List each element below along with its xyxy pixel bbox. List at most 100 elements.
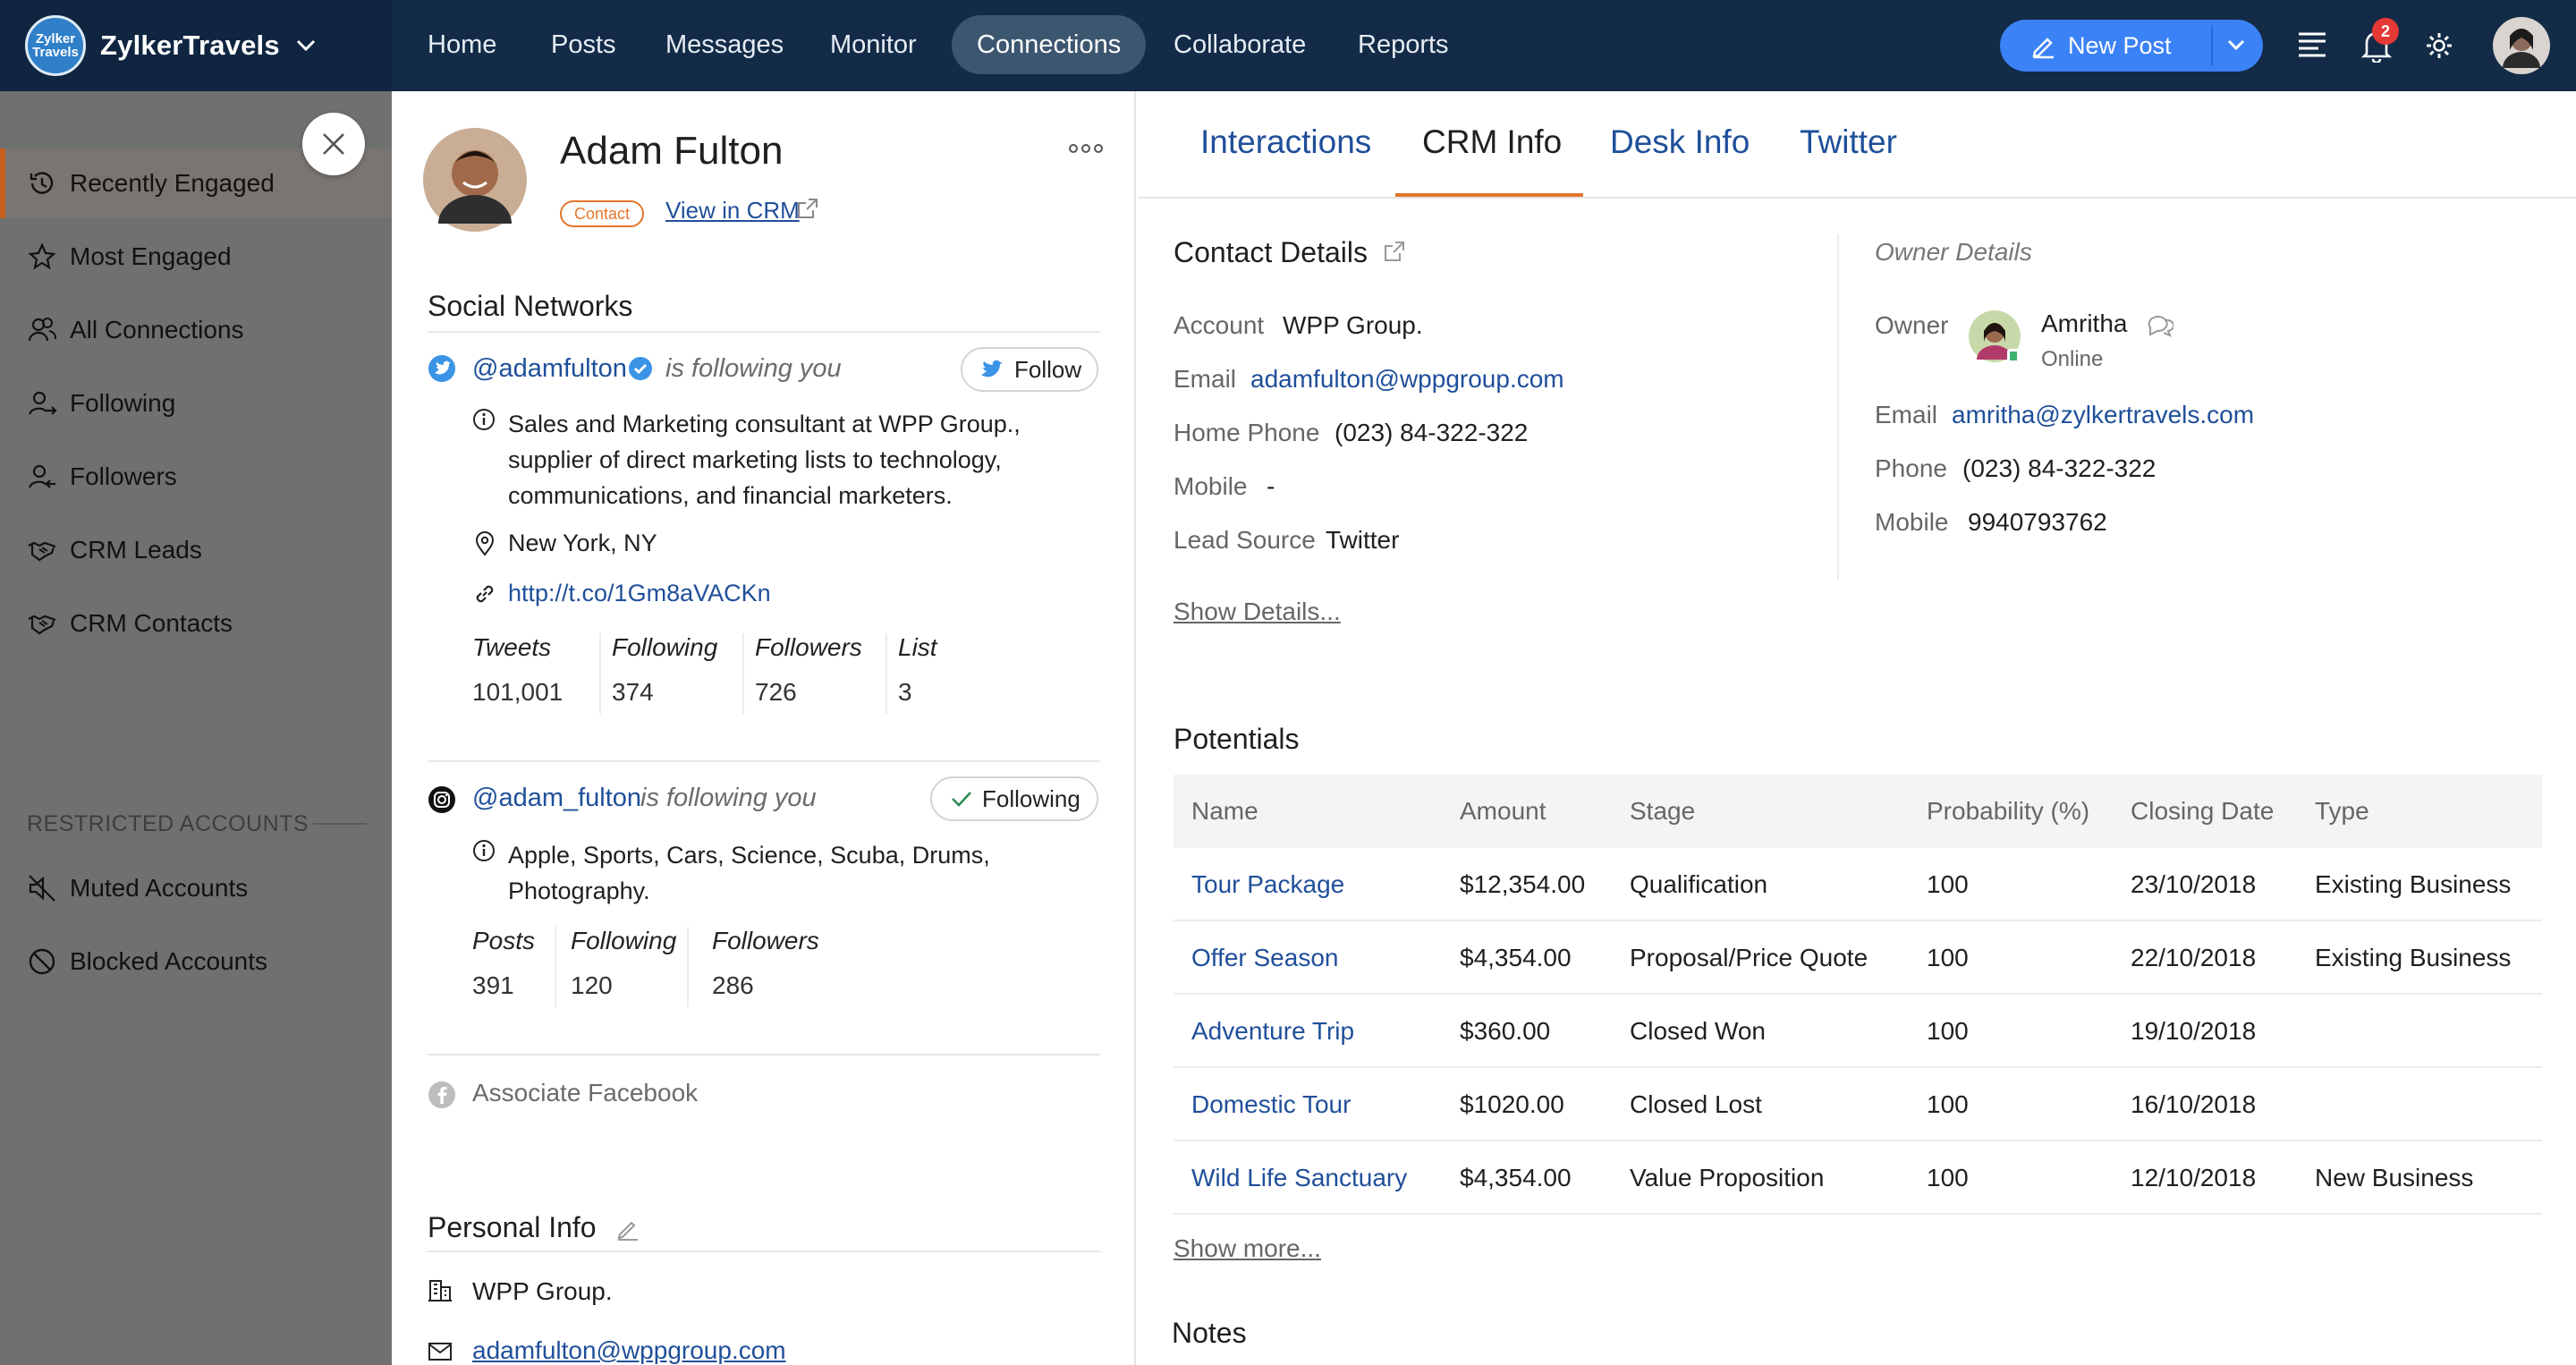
- contact-avatar: [422, 127, 528, 233]
- divider: [428, 1054, 1100, 1056]
- potential-name-link[interactable]: Adventure Trip: [1191, 995, 1354, 1068]
- sidebar-item-crm-leads[interactable]: CRM Leads: [0, 515, 392, 585]
- nav-connections[interactable]: Connections: [952, 15, 1147, 74]
- instagram-handle[interactable]: @adam_fulton: [472, 784, 641, 813]
- sidebar-item-label: CRM Leads: [70, 536, 202, 564]
- potential-name-link[interactable]: Offer Season: [1191, 921, 1338, 995]
- associate-facebook-link[interactable]: Associate Facebook: [472, 1079, 698, 1107]
- stat-divider: [687, 927, 689, 1007]
- sidebar-item-crm-contacts[interactable]: CRM Contacts: [0, 589, 392, 658]
- instagram-following-note: is following you: [640, 784, 817, 812]
- potential-name-link[interactable]: Tour Package: [1191, 848, 1344, 921]
- divider: [428, 760, 1100, 762]
- owner-email-link[interactable]: amritha@zylkertravels.com: [1952, 401, 2254, 429]
- user-avatar[interactable]: [2492, 16, 2551, 75]
- personal-company: WPP Group.: [472, 1277, 613, 1305]
- brand-logo: Zylker Travels: [25, 15, 86, 76]
- potential-name-link[interactable]: Domestic Tour: [1191, 1068, 1351, 1141]
- stat-divider: [599, 633, 601, 714]
- email-link[interactable]: adamfulton@wppgroup.com: [1250, 365, 1564, 394]
- field-label: Email: [1174, 365, 1237, 393]
- twitter-following-note: is following you: [665, 354, 842, 383]
- show-more-link[interactable]: Show more...: [1174, 1234, 1321, 1263]
- potential-amount: $4,354.00: [1460, 1164, 1572, 1191]
- tab-interactions[interactable]: Interactions: [1200, 123, 1371, 161]
- twitter-handle[interactable]: @adamfulton: [472, 354, 627, 384]
- sidebar-item-label: Most Engaged: [70, 242, 232, 270]
- more-options-icon[interactable]: [1068, 143, 1104, 154]
- potential-amount: $4,354.00: [1460, 944, 1572, 971]
- field-label: Email: [1875, 401, 1938, 428]
- info-icon: [472, 408, 496, 431]
- nav-messages[interactable]: Messages: [640, 15, 809, 74]
- nav-reports[interactable]: Reports: [1333, 15, 1474, 74]
- building-icon: [428, 1277, 453, 1302]
- table-row: Adventure Trip $360.00 Closed Won 100 19…: [1174, 995, 2542, 1068]
- mail-icon: [428, 1342, 453, 1361]
- owner-status: Online: [2041, 347, 2104, 371]
- column-header: Amount: [1460, 797, 1546, 825]
- personal-email-link[interactable]: adamfulton@wppgroup.com: [472, 1336, 786, 1365]
- edit-pencil-icon[interactable]: [615, 1217, 640, 1242]
- section-divider: [313, 823, 367, 825]
- twitter-bio: Sales and Marketing consultant at WPP Gr…: [508, 406, 1021, 513]
- nav-home[interactable]: Home: [402, 15, 521, 74]
- following-button[interactable]: Following: [930, 776, 1098, 821]
- tab-twitter[interactable]: Twitter: [1800, 123, 1897, 161]
- following-button-label: Following: [982, 785, 1080, 812]
- potential-closing-date: 22/10/2018: [2131, 944, 2257, 971]
- user-follower-icon: [28, 464, 55, 488]
- external-link-icon[interactable]: [1383, 240, 1406, 263]
- sidebar-item-label: CRM Contacts: [70, 609, 233, 637]
- potential-name-link[interactable]: Wild Life Sanctuary: [1191, 1141, 1407, 1215]
- chevron-down-icon[interactable]: [2227, 39, 2245, 52]
- nav-collaborate[interactable]: Collaborate: [1148, 15, 1331, 74]
- twitter-url-link[interactable]: http://t.co/1Gm8aVACKn: [508, 580, 771, 607]
- potential-probability: 100: [1927, 1090, 1969, 1118]
- sidebar-item-most-engaged[interactable]: Most Engaged: [0, 222, 392, 292]
- contact-profile-panel: Adam Fulton Contact View in CRM Social N…: [392, 91, 1136, 1365]
- star-icon: [28, 242, 56, 270]
- stat-divider: [555, 927, 556, 1007]
- potentials-title: Potentials: [1174, 723, 1300, 755]
- stat-divider: [886, 633, 887, 714]
- sidebar-item-following[interactable]: Following: [0, 369, 392, 438]
- stat-value: 3: [898, 678, 912, 706]
- field-label: Lead Source: [1174, 526, 1316, 554]
- potential-stage: Value Proposition: [1630, 1164, 1825, 1191]
- potential-amount: $12,354.00: [1460, 870, 1586, 898]
- gear-icon[interactable]: [2424, 30, 2454, 61]
- tab-crm-info[interactable]: CRM Info: [1422, 123, 1562, 161]
- handshake-icon: [28, 615, 56, 635]
- sidebar-item-all-connections[interactable]: All Connections: [0, 295, 392, 365]
- block-icon: [29, 948, 55, 975]
- potential-type: Existing Business: [2315, 870, 2512, 898]
- stat-label: Following: [612, 633, 718, 661]
- menu-list-icon[interactable]: [2297, 30, 2327, 59]
- field-label: Mobile: [1174, 472, 1248, 500]
- potential-stage: Qualification: [1630, 870, 1768, 898]
- stat-label: Following: [571, 927, 677, 954]
- show-details-link[interactable]: Show Details...: [1174, 598, 1341, 626]
- contact-details-title: Contact Details: [1174, 236, 1368, 268]
- twitter-icon: [428, 354, 456, 383]
- nav-posts[interactable]: Posts: [526, 15, 641, 74]
- chat-icon[interactable]: [2145, 311, 2174, 338]
- account-value: WPP Group.: [1283, 311, 1423, 339]
- brand-switcher[interactable]: Zylker Travels ZylkerTravels: [0, 0, 392, 91]
- tab-desk-info[interactable]: Desk Info: [1610, 123, 1750, 161]
- potential-probability: 100: [1927, 870, 1969, 898]
- follow-button[interactable]: Follow: [961, 347, 1098, 392]
- nav-monitor[interactable]: Monitor: [805, 15, 942, 74]
- sidebar-item-followers[interactable]: Followers: [0, 442, 392, 512]
- external-link-icon[interactable]: [796, 197, 819, 220]
- sidebar-item-blocked-accounts[interactable]: Blocked Accounts: [0, 927, 392, 996]
- sidebar-item-label: All Connections: [70, 316, 244, 343]
- active-tab-indicator: [1395, 193, 1583, 197]
- stat-value: 374: [612, 678, 654, 706]
- new-post-button[interactable]: New Post: [2000, 20, 2263, 72]
- view-in-crm-link[interactable]: View in CRM: [665, 197, 800, 225]
- sidebar-item-muted-accounts[interactable]: Muted Accounts: [0, 853, 392, 923]
- divider: [428, 1251, 1100, 1252]
- close-panel-button[interactable]: [302, 113, 365, 175]
